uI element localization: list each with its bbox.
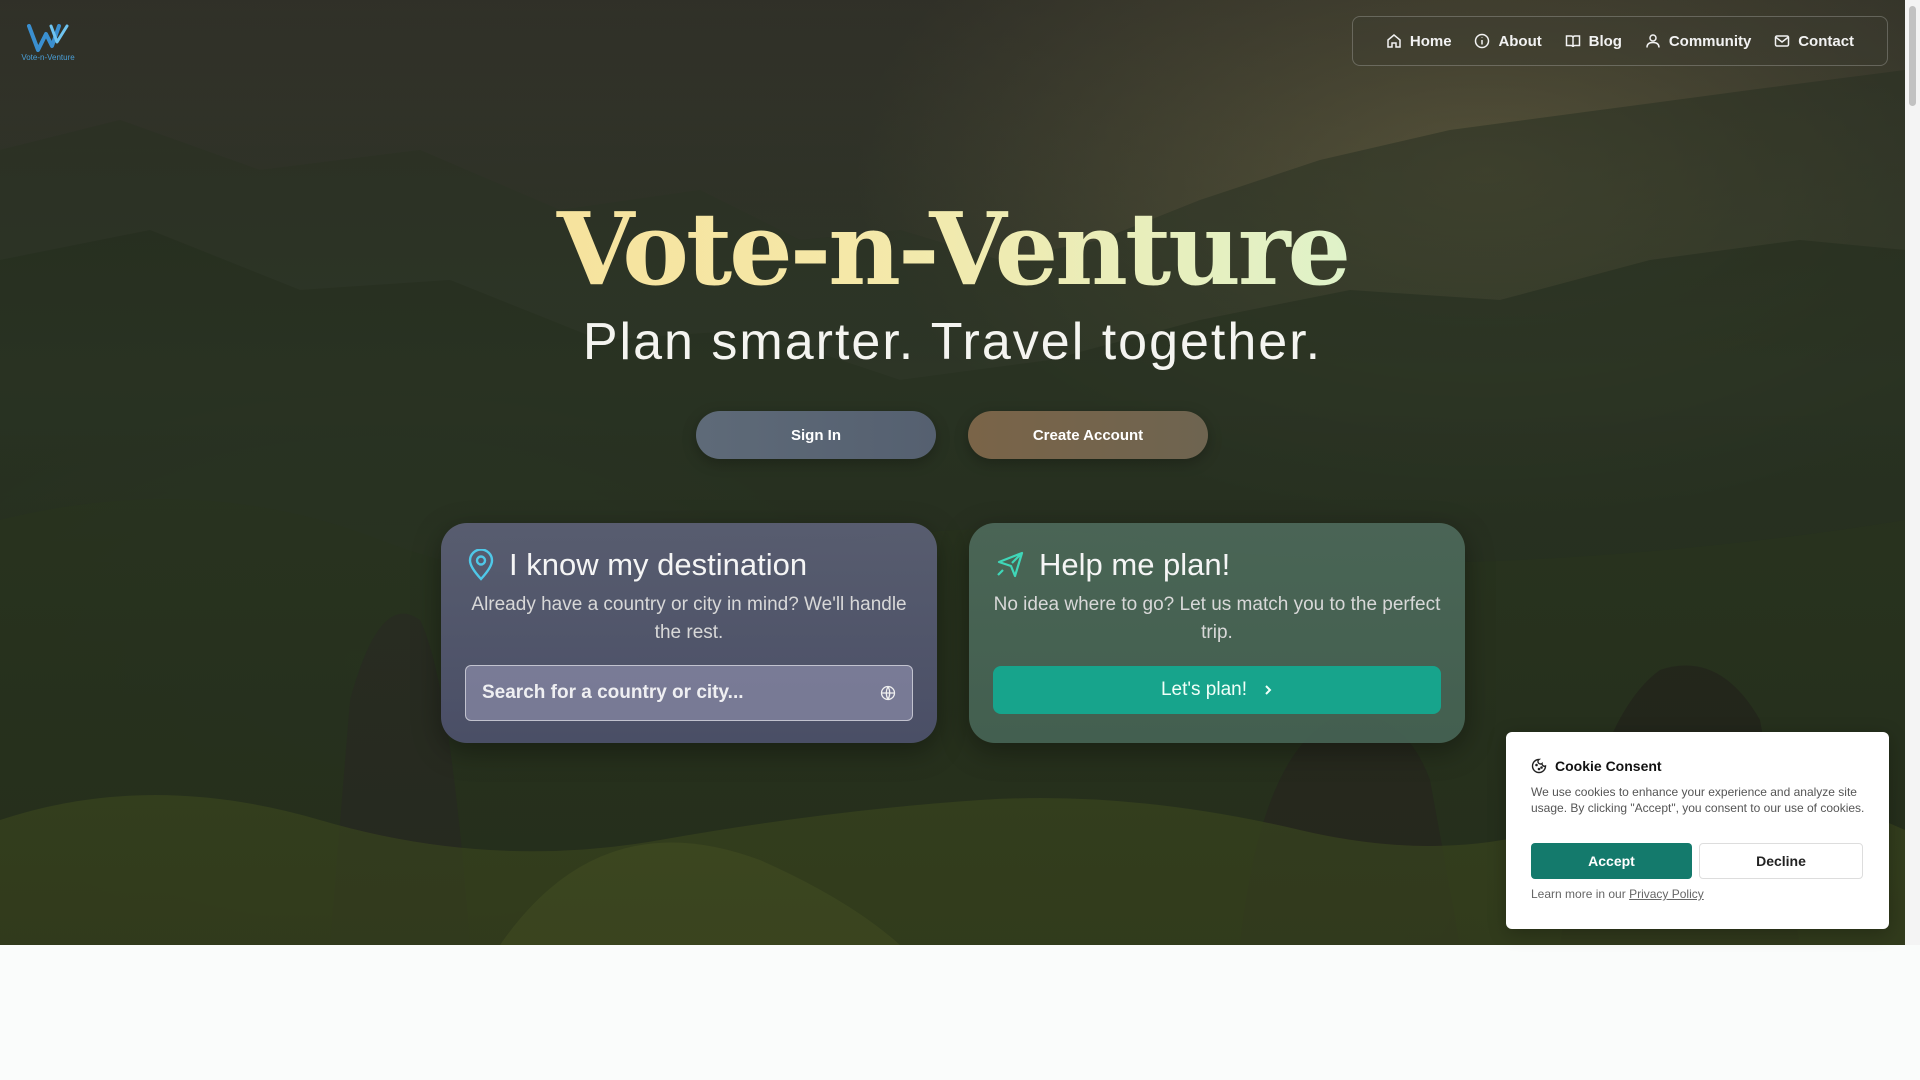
info-icon	[1475, 33, 1490, 49]
create-account-button[interactable]: Create Account	[968, 411, 1208, 459]
mail-icon	[1774, 35, 1790, 47]
home-icon	[1387, 34, 1401, 48]
nav-item-community[interactable]: Community	[1645, 32, 1752, 50]
cookie-footer-prefix: Learn more in our	[1531, 887, 1630, 901]
privacy-policy-link[interactable]: Privacy Policy	[1629, 887, 1704, 901]
map-pin-icon	[468, 549, 494, 581]
page-title: Vote-n-Venture	[0, 190, 1905, 308]
top-nav: Home About Blog Community Contact	[1352, 16, 1888, 66]
cookie-header: Cookie Consent	[1531, 758, 1662, 774]
w-logo-icon	[27, 24, 69, 52]
nav-item-home[interactable]: Home	[1386, 33, 1452, 50]
lets-plan-label: Let's plan!	[1160, 679, 1248, 700]
scroll-thumb[interactable]	[1909, 6, 1916, 106]
globe-icon	[880, 685, 896, 701]
destination-search-input[interactable]	[482, 682, 880, 704]
cookie-text: We use cookies to enhance your experienc…	[1531, 785, 1865, 815]
nav-label-community: Community	[1668, 32, 1752, 50]
cookie-decline-button[interactable]: Decline	[1699, 843, 1863, 879]
nav-label-home: Home	[1409, 32, 1452, 50]
sign-in-button[interactable]: Sign In	[696, 411, 936, 459]
nav-label-blog: Blog	[1588, 32, 1622, 50]
book-icon	[1565, 35, 1580, 48]
nav-item-blog[interactable]: Blog	[1565, 33, 1622, 50]
cookie-accept-button[interactable]: Accept	[1531, 843, 1692, 879]
plan-card: Help me plan! No idea where to go? Let u…	[969, 523, 1465, 743]
destination-card-title: I know my destination	[509, 547, 808, 582]
destination-card-header: I know my destination	[467, 547, 807, 583]
nav-item-about[interactable]: About	[1474, 32, 1542, 50]
nav-item-contact[interactable]: Contact	[1774, 33, 1854, 50]
plane-icon	[997, 551, 1024, 578]
lets-plan-button[interactable]: Let's plan!	[993, 666, 1441, 714]
destination-card-description: Already have a country or city in mind? …	[471, 594, 907, 643]
logo-text: Vote-n-Venture	[21, 53, 75, 62]
destination-search-box	[465, 665, 913, 721]
cookie-consent-dialog: Cookie Consent We use cookies to enhance…	[1506, 732, 1889, 929]
page-scrollbar[interactable]	[1905, 0, 1920, 945]
tagline: Plan smarter. Travel together.	[582, 313, 1323, 371]
plan-card-title: Help me plan!	[1039, 547, 1231, 582]
user-icon	[1646, 34, 1660, 48]
nav-label-contact: Contact	[1798, 32, 1855, 50]
chevron-right-icon	[1265, 685, 1272, 695]
cookie-footer: Learn more in our Privacy Policy	[1531, 887, 1704, 901]
plan-card-description: No idea where to go? Let us match you to…	[993, 594, 1441, 643]
logo[interactable]: Vote-n-Venture	[18, 24, 78, 62]
cookie-icon	[1531, 758, 1547, 774]
nav-label-about: About	[1498, 32, 1542, 50]
plan-card-header: Help me plan!	[995, 547, 1230, 583]
destination-card: I know my destination Already have a cou…	[441, 523, 937, 743]
cookie-title: Cookie Consent	[1555, 758, 1662, 774]
